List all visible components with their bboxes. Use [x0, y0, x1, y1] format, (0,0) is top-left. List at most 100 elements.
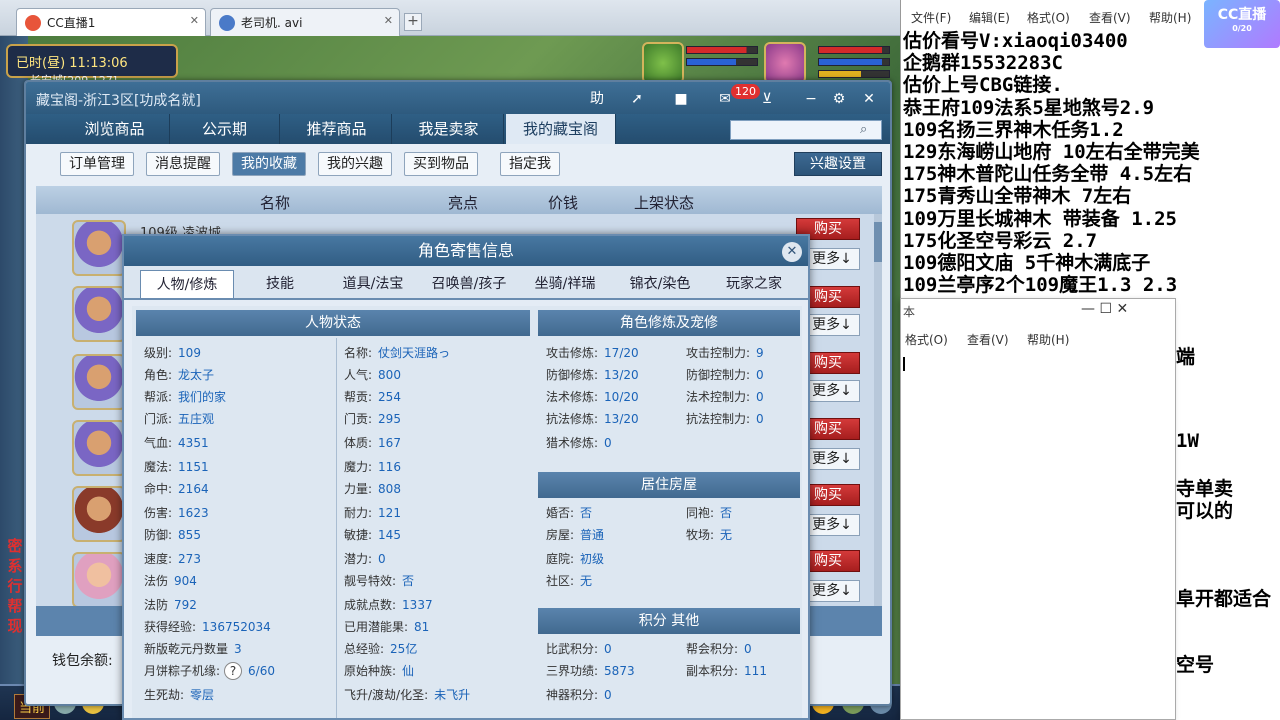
tab-skills[interactable]: 技能	[236, 270, 324, 298]
nav-tab-seller[interactable]: 我是卖家	[394, 114, 504, 144]
side-label[interactable]: 系	[4, 556, 26, 576]
stat-potential-fruit: 已用潜能果: 81	[344, 618, 429, 635]
stat-key: 伤害:	[144, 506, 173, 520]
sub-tab-bought[interactable]: 买到物品	[404, 152, 478, 176]
text-fragment: 可以的	[1176, 500, 1234, 522]
tab-pets[interactable]: 召唤兽/孩子	[422, 270, 516, 298]
cult-hunting: 猎术修炼: 0	[546, 434, 612, 451]
dialog-content: 人物状态 角色修炼及宠修 居住房屋 积分 其他 级别: 109 角色: 龙太子 帮派…	[132, 306, 802, 718]
sub-tab-favorites[interactable]: 我的收藏	[232, 152, 306, 176]
browser-tab-cc-live[interactable]: CC直播1 ✕	[16, 8, 206, 36]
house-married: 婚否: 否	[546, 504, 592, 521]
stat-value: 25亿	[390, 642, 418, 656]
side-label[interactable]: 现	[4, 616, 26, 636]
minimize-icon[interactable]: −	[800, 88, 822, 110]
stat-key: 级别:	[144, 346, 173, 360]
ctrl-defense: 防御控制力: 0	[686, 366, 764, 383]
pet-hp-bar	[686, 46, 758, 54]
stat-key: 神器积分:	[546, 688, 599, 702]
more-button[interactable]: 更多↓	[804, 514, 860, 536]
nav-tab-browse[interactable]: 浏览商品	[60, 114, 170, 144]
menu-file[interactable]: 文件(F)	[911, 9, 951, 26]
text-caret[interactable]	[903, 357, 905, 371]
close-icon[interactable]: ✕	[858, 88, 880, 110]
help-button[interactable]: 助	[586, 88, 608, 110]
menu-help[interactable]: 帮助(H)	[1149, 9, 1191, 26]
row-avatar[interactable]	[72, 420, 126, 476]
scrollbar-thumb[interactable]	[874, 222, 882, 262]
scrollbar-track[interactable]	[874, 214, 882, 606]
close-icon[interactable]: ✕	[190, 14, 199, 27]
stat-value: 0	[756, 368, 764, 382]
notepad-text-area[interactable]: 估价看号V:xiaoqi03400 企鹅群15532283C 估价上号CBG链接…	[903, 30, 1280, 318]
stat-key: 庭院:	[546, 552, 575, 566]
stat-key: 生死劫:	[144, 688, 185, 702]
row-avatar[interactable]	[72, 220, 126, 276]
menu-view[interactable]: 查看(V)	[967, 331, 1009, 348]
stat-value: 1337	[402, 598, 433, 612]
player-portrait[interactable]	[764, 42, 806, 84]
menu-format[interactable]: 格式(O)	[1027, 9, 1070, 26]
browser-tab-label: CC直播1	[47, 16, 96, 30]
side-label[interactable]: 密	[4, 536, 26, 556]
stat-value: 我们的家	[178, 390, 227, 404]
text-line: 109兰亭序2个109魔王1.3 2.3	[903, 274, 1178, 297]
dialog-close-button[interactable]: ✕	[782, 242, 802, 262]
stat-key: 社区:	[546, 574, 575, 588]
more-button[interactable]: 更多↓	[804, 380, 860, 402]
row-avatar[interactable]	[72, 286, 126, 342]
row-avatar[interactable]	[72, 354, 126, 410]
pin-icon[interactable]: ➚	[626, 88, 648, 110]
search-icon[interactable]: ⌕	[860, 122, 867, 137]
settings-icon[interactable]: ⚙	[828, 88, 850, 110]
text-line: 175青秀山全带神木 7左右	[903, 185, 1132, 208]
tab-items[interactable]: 道具/法宝	[326, 270, 420, 298]
sub-tab-assigned[interactable]: 指定我	[500, 152, 560, 176]
row-avatar[interactable]	[72, 486, 126, 542]
browser-tab-video[interactable]: 老司机. avi ✕	[210, 8, 400, 36]
side-label[interactable]: 行	[4, 576, 26, 596]
stat-key: 体质:	[344, 436, 373, 450]
stat-key: 魔力:	[344, 460, 373, 474]
stat-key: 攻击修炼:	[546, 346, 599, 360]
row-avatar[interactable]	[72, 552, 126, 608]
sub-tab-interests[interactable]: 我的兴趣	[318, 152, 392, 176]
more-button[interactable]: 更多↓	[804, 248, 860, 270]
col-highlight[interactable]: 亮点	[448, 192, 478, 213]
col-name[interactable]: 名称	[260, 192, 290, 213]
more-button[interactable]: 更多↓	[804, 580, 860, 602]
sub-tab-notices[interactable]: 消息提醒	[146, 152, 220, 176]
stat-key: 房屋:	[546, 528, 575, 542]
pet-portrait[interactable]	[642, 42, 684, 84]
stat-constitution: 体质: 167	[344, 434, 401, 451]
text-line: 估价上号CBG链接.	[903, 74, 1063, 97]
window-buttons[interactable]: — ☐ ✕	[1081, 301, 1128, 317]
interest-settings-button[interactable]: 兴趣设置	[794, 152, 882, 176]
menu-edit[interactable]: 编辑(E)	[969, 9, 1010, 26]
side-label[interactable]: 帮	[4, 596, 26, 616]
new-tab-button[interactable]: +	[404, 13, 422, 31]
tab-outfits[interactable]: 锦衣/染色	[614, 270, 706, 298]
more-button[interactable]: 更多↓	[804, 448, 860, 470]
cart-icon[interactable]: ⊻	[756, 88, 778, 110]
close-icon[interactable]: ✕	[384, 14, 393, 27]
col-status[interactable]: 上架状态	[634, 192, 694, 213]
more-button[interactable]: 更多↓	[804, 314, 860, 336]
nav-tab-my-cbg[interactable]: 我的藏宝阁	[506, 114, 616, 144]
nav-tab-recommend[interactable]: 推荐商品	[282, 114, 392, 144]
tab-mounts[interactable]: 坐骑/祥瑞	[518, 270, 612, 298]
help-icon[interactable]: ?	[224, 662, 243, 680]
tab-home[interactable]: 玩家之家	[708, 270, 800, 298]
tab-character[interactable]: 人物/修炼	[140, 270, 234, 298]
sub-tab-orders[interactable]: 订单管理	[60, 152, 134, 176]
menu-view[interactable]: 查看(V)	[1089, 9, 1131, 26]
stop-icon[interactable]: ■	[670, 88, 692, 110]
stat-key: 已用潜能果:	[344, 620, 409, 634]
nav-tab-publicity[interactable]: 公示期	[170, 114, 280, 144]
menu-format[interactable]: 格式(O)	[905, 331, 948, 348]
col-price[interactable]: 价钱	[548, 192, 578, 213]
menu-help[interactable]: 帮助(H)	[1027, 331, 1069, 348]
text-line: 175神木普陀山任务全带 4.5左右	[903, 163, 1193, 186]
house-type: 房屋: 普通	[546, 526, 604, 543]
stat-value: 0	[756, 390, 764, 404]
